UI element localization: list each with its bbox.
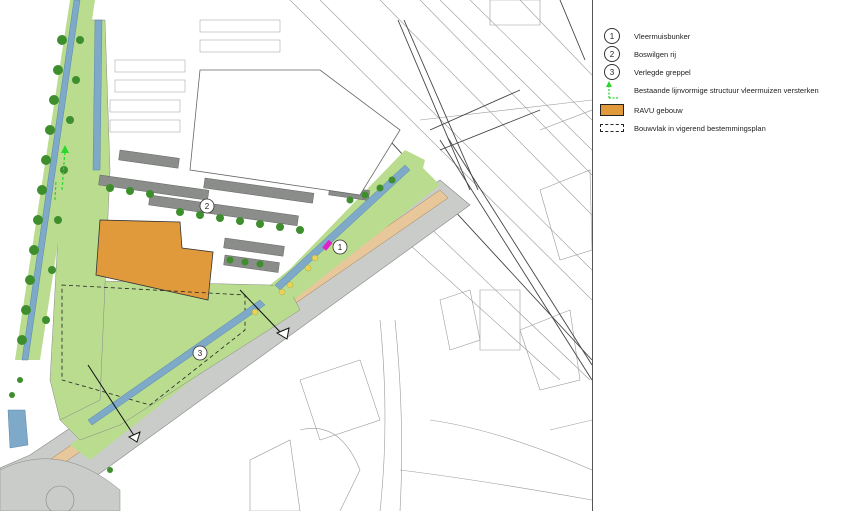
number-badge: 3 [604, 64, 620, 80]
legend-item-willows: 2 Boswilgen rij [600, 44, 676, 64]
marker-1: 1 [332, 239, 348, 255]
legend-item-bunker: 1 Vleermuisbunker [600, 26, 690, 46]
legend-label: RAVU gebouw [634, 105, 683, 115]
marker-3: 3 [192, 345, 208, 361]
legend-label: Bouwvlak in vigerend bestemmingsplan [634, 123, 766, 133]
legend-item-bouwvlak: Bouwvlak in vigerend bestemmingsplan [600, 118, 766, 138]
number-badge: 2 [604, 46, 620, 62]
legend-label: Boswilgen rij [634, 49, 677, 59]
orange-swatch [600, 104, 624, 116]
legend-item-ditch: 3 Verlegde greppel [600, 62, 691, 82]
legend-item-ravu: RAVU gebouw [600, 100, 683, 120]
legend-label: Vleermuisbunker [634, 31, 691, 41]
svg-text:1: 1 [338, 243, 343, 252]
map-canvas: 1 2 3 [0, 0, 593, 515]
legend-label: Verlegde greppel [634, 67, 691, 77]
marker-2: 2 [199, 198, 215, 214]
number-badge: 1 [604, 28, 620, 44]
legend-divider [592, 0, 593, 511]
dashed-box-swatch [600, 124, 624, 132]
green-dashed-arrow-icon [606, 81, 618, 99]
svg-text:3: 3 [198, 349, 203, 358]
svg-text:2: 2 [205, 202, 210, 211]
site-plan-map: 1 2 3 [0, 0, 593, 515]
legend-label: Bestaande lijnvormige structuur vleermui… [634, 85, 819, 95]
legend-item-structure: Bestaande lijnvormige structuur vleermui… [600, 80, 819, 100]
